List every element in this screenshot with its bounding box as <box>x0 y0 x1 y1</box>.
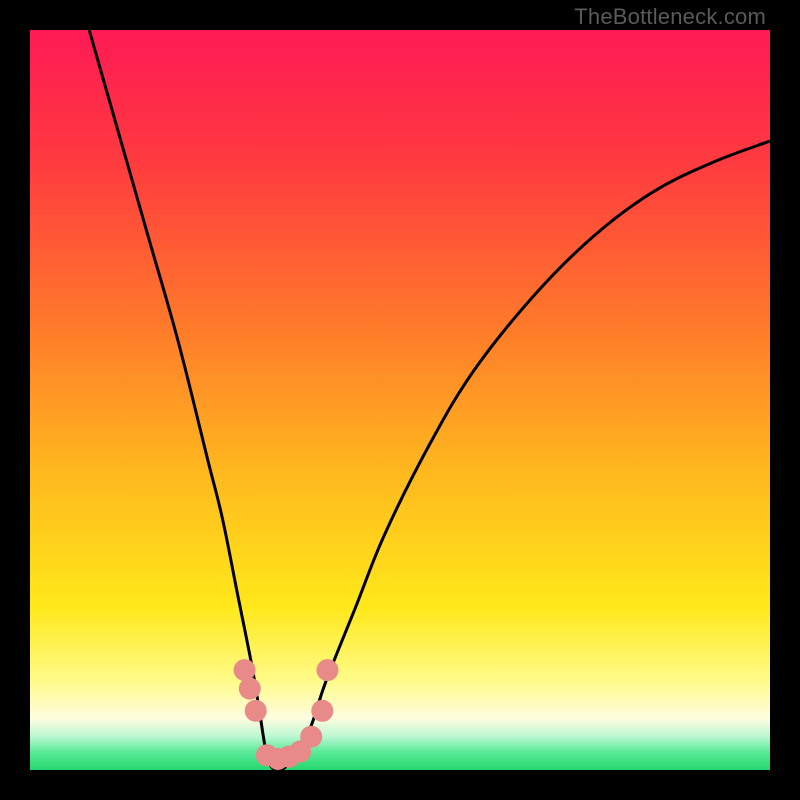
data-point <box>300 726 322 748</box>
watermark-text: TheBottleneck.com <box>574 4 766 30</box>
data-point <box>311 700 333 722</box>
bottleneck-chart <box>30 30 770 770</box>
plot-area <box>30 30 770 770</box>
gradient-background <box>30 30 770 770</box>
data-point <box>234 659 256 681</box>
data-point <box>239 678 261 700</box>
data-point <box>245 700 267 722</box>
data-point <box>316 659 338 681</box>
